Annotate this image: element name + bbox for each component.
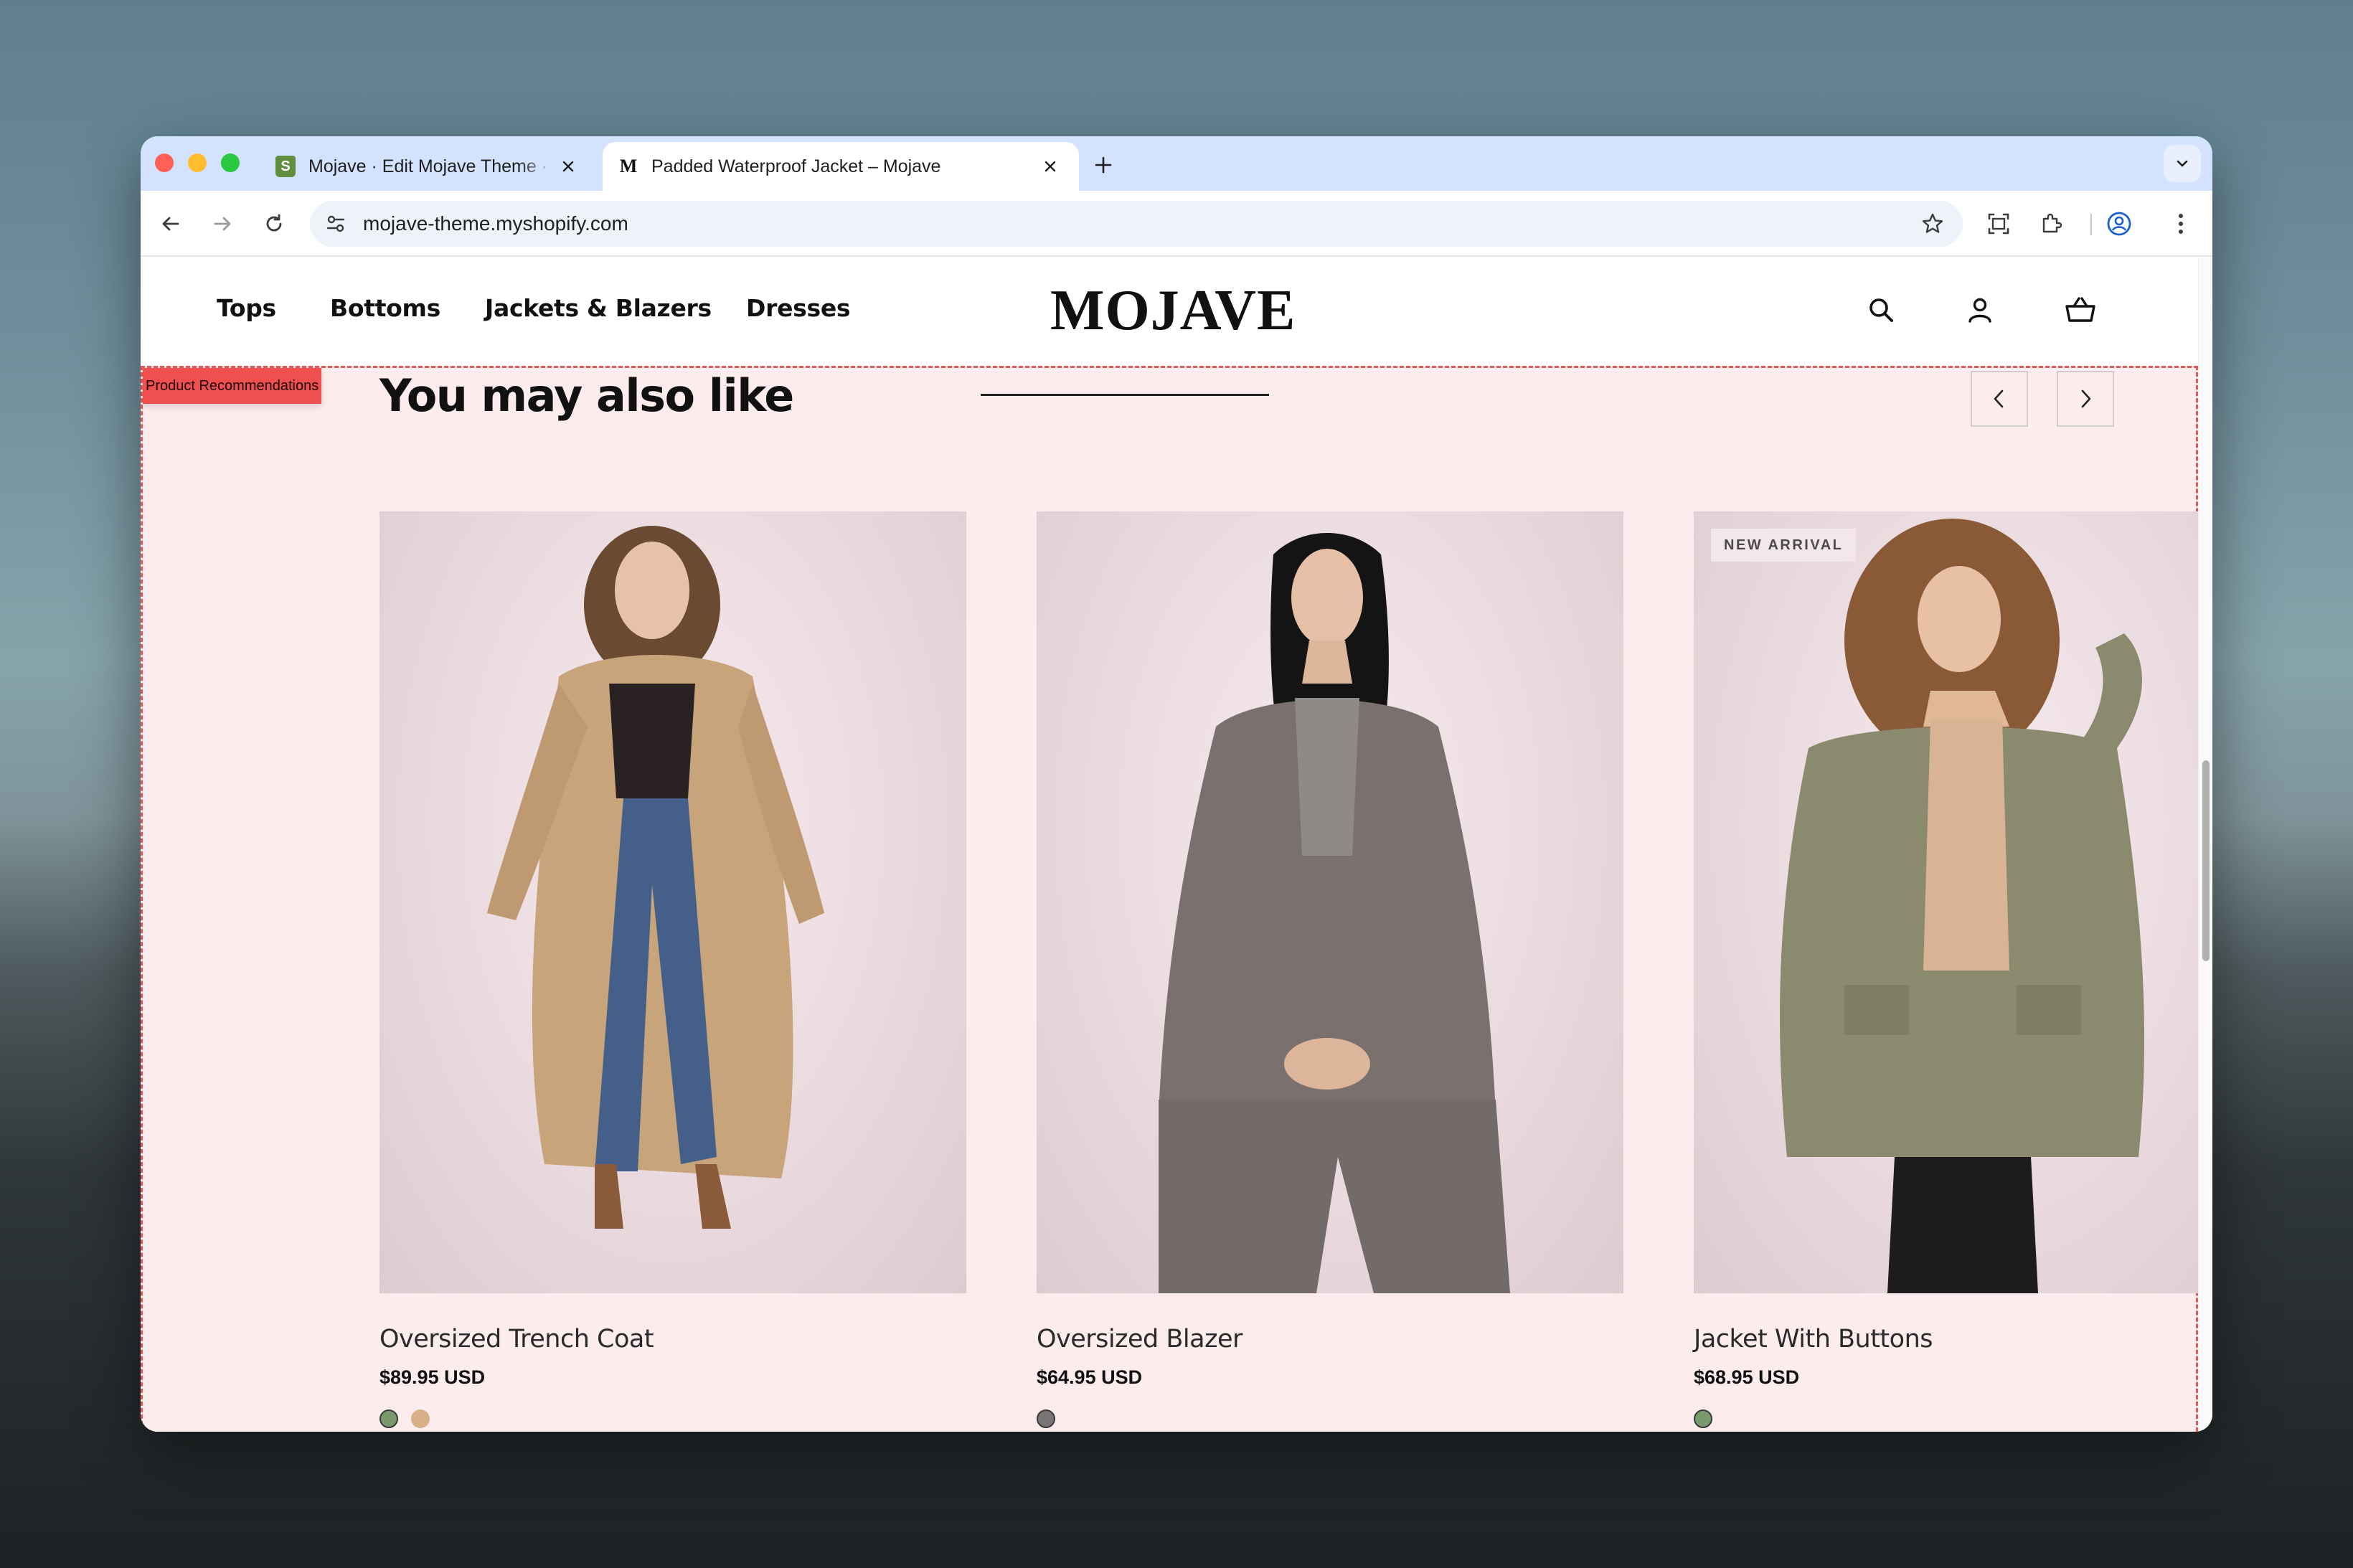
back-button[interactable] (154, 207, 188, 241)
product-name[interactable]: Oversized Trench Coat (379, 1325, 654, 1354)
arrow-left-icon (162, 217, 179, 231)
section-title: You may also like (379, 369, 794, 422)
store-logo[interactable]: MOJAVE (1050, 278, 1552, 344)
maximize-window-button[interactable] (221, 154, 240, 172)
kebab-menu-icon[interactable] (2164, 207, 2198, 241)
tab-product-page[interactable]: M Padded Waterproof Jacket – Mojave (603, 142, 1079, 191)
carousel-prev-button[interactable] (1971, 371, 2028, 427)
account-icon[interactable] (1958, 288, 2001, 331)
site-info-icon[interactable] (319, 207, 353, 241)
tab-search-button[interactable] (2164, 145, 2201, 182)
swatch-green[interactable] (1694, 1409, 1712, 1428)
minimize-window-button[interactable] (188, 154, 207, 172)
reload-icon (266, 214, 282, 232)
reload-button[interactable] (257, 207, 291, 241)
color-swatches (1037, 1409, 1055, 1428)
product-price: $64.95 USD (1037, 1366, 1143, 1388)
web-page: Tops Bottoms Jackets & Blazers Dresses M… (141, 258, 2198, 1432)
swatch-green[interactable] (379, 1409, 398, 1428)
close-icon[interactable] (555, 154, 581, 179)
color-swatches (1694, 1409, 1712, 1428)
section-label-tag[interactable]: Product Recommendations (143, 368, 322, 404)
browser-toolbar: mojave-theme.myshopify.com (141, 191, 2212, 257)
color-swatches (379, 1409, 430, 1428)
new-arrival-badge: NEW ARRIVAL (1711, 529, 1857, 562)
chevron-left-icon (1994, 389, 2004, 408)
profile-icon[interactable] (2102, 207, 2136, 241)
tab-bar: S Mojave · Edit Mojave Theme · Shopify M… (141, 136, 2212, 191)
product-recommendations-section: Product Recommendations You may also lik… (141, 366, 2198, 1432)
product-name[interactable]: Jacket With Buttons (1694, 1325, 1933, 1354)
extensions-icon[interactable] (2034, 207, 2069, 241)
nav-link-jackets-blazers[interactable]: Jackets & Blazers (485, 294, 712, 322)
tab-shopify-editor[interactable]: S Mojave · Edit Mojave Theme · Shopify (260, 142, 597, 191)
product-price: $89.95 USD (379, 1366, 486, 1388)
new-tab-button[interactable] (1089, 151, 1118, 179)
chevron-down-icon (2177, 160, 2188, 167)
close-icon[interactable] (1037, 154, 1063, 179)
nav-link-dresses[interactable]: Dresses (746, 294, 851, 322)
carousel-next-button[interactable] (2057, 371, 2114, 427)
tab-title: Mojave · Edit Mojave Theme · Shopify (308, 156, 555, 176)
screenshot-icon[interactable] (1981, 207, 2016, 241)
bookmark-star-icon[interactable] (1917, 208, 1948, 240)
forward-button[interactable] (205, 207, 240, 241)
product-price: $68.95 USD (1694, 1366, 1800, 1388)
arrow-right-icon (214, 217, 231, 231)
swatch-grey[interactable] (1037, 1409, 1055, 1428)
scrollbar-thumb[interactable] (2202, 760, 2210, 961)
tab-title: Padded Waterproof Jacket – Mojave (651, 156, 941, 176)
product-image[interactable] (379, 511, 966, 1293)
product-image[interactable] (1037, 511, 1623, 1293)
plus-icon (1095, 156, 1112, 174)
swatch-tan[interactable] (411, 1409, 430, 1428)
shopify-icon: S (275, 156, 296, 177)
search-icon[interactable] (1859, 288, 1902, 331)
mojave-m-icon: M (619, 156, 638, 176)
chevron-right-icon (2081, 389, 2091, 408)
url-text: mojave-theme.myshopify.com (363, 212, 628, 235)
nav-link-bottoms[interactable]: Bottoms (330, 294, 440, 322)
product-name[interactable]: Oversized Blazer (1037, 1325, 1242, 1354)
nav-link-tops[interactable]: Tops (217, 294, 276, 322)
cart-icon[interactable] (2059, 288, 2102, 331)
product-image[interactable]: NEW ARRIVAL (1694, 511, 2198, 1293)
store-header: Tops Bottoms Jackets & Blazers Dresses M… (141, 258, 2198, 366)
close-window-button[interactable] (155, 154, 174, 172)
toolbar-divider (2090, 214, 2092, 235)
address-bar[interactable]: mojave-theme.myshopify.com (310, 201, 1963, 247)
title-divider (981, 394, 1269, 396)
page-scrollbar[interactable] (2198, 258, 2212, 1432)
browser-window: S Mojave · Edit Mojave Theme · Shopify M… (141, 136, 2212, 1432)
